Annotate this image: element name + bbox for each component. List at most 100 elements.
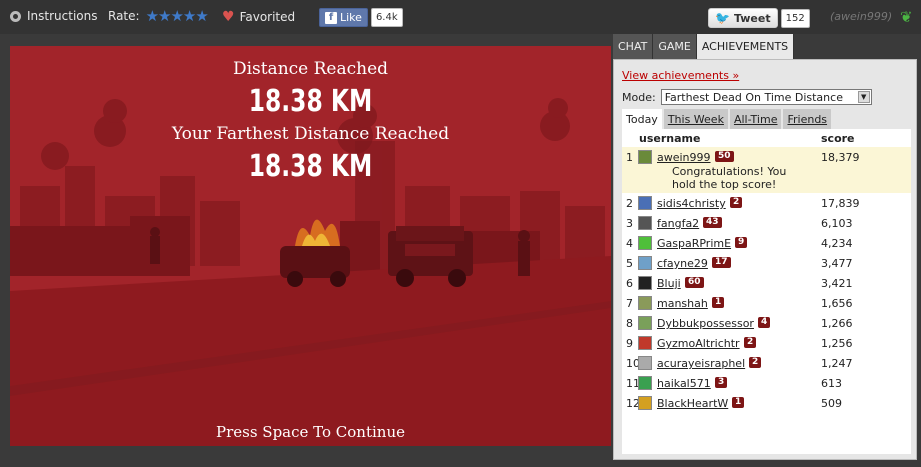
avatar[interactable] bbox=[638, 276, 652, 290]
tweet-count: 152 bbox=[780, 8, 810, 28]
score-value: 3,477 bbox=[821, 257, 853, 270]
avatar[interactable] bbox=[638, 236, 652, 250]
username-link[interactable]: sidis4christy bbox=[657, 197, 726, 210]
rank-number: 4 bbox=[626, 237, 633, 250]
score-value: 17,839 bbox=[821, 197, 860, 210]
avatar[interactable] bbox=[638, 196, 652, 210]
level-badge: 17 bbox=[712, 257, 731, 268]
avatar[interactable] bbox=[638, 216, 652, 230]
table-row: 7 manshah 1 1,656 bbox=[622, 293, 911, 313]
tab-this-week[interactable]: This Week bbox=[663, 109, 728, 129]
leaderboard-rows: 1 awein999 50 18,379 Congratulations! You hol… bbox=[622, 147, 911, 413]
tab-chat[interactable]: CHAT bbox=[613, 34, 654, 59]
view-achievements-link[interactable]: View achievements » bbox=[622, 69, 739, 82]
table-row: 4 GaspaRPrimE 9 4,234 bbox=[622, 233, 911, 253]
facebook-icon: f bbox=[325, 11, 337, 24]
instructions-link[interactable]: Instructions bbox=[10, 9, 97, 23]
tab-achievements[interactable]: ACHIEVEMENTS bbox=[696, 34, 795, 59]
username-link[interactable]: acurayeisraphel bbox=[657, 357, 745, 370]
avatar[interactable] bbox=[638, 336, 652, 350]
rank-number: 1 bbox=[626, 151, 633, 164]
level-badge: 2 bbox=[749, 357, 762, 368]
score-value: 509 bbox=[821, 397, 842, 410]
table-row: 1 awein999 50 18,379 Congratulations! You hol… bbox=[622, 147, 911, 193]
table-row: 10 acurayeisraphel 2 1,247 bbox=[622, 353, 911, 373]
username-link[interactable]: Dybbukpossessor bbox=[657, 317, 754, 330]
avatar[interactable] bbox=[638, 396, 652, 410]
score-value: 613 bbox=[821, 377, 842, 390]
table-row: 6 Bluji 60 3,421 bbox=[622, 273, 911, 293]
mode-label: Mode: bbox=[622, 90, 656, 104]
favorited-label: Favorited bbox=[239, 10, 296, 24]
leaderboard-table: username score 1 awein999 50 18,379 Congratu… bbox=[622, 129, 911, 454]
username-link[interactable]: manshah bbox=[657, 297, 708, 310]
side-panel: CHAT GAME ACHIEVEMENTS View achievements… bbox=[613, 34, 917, 460]
tab-game[interactable]: GAME bbox=[653, 34, 697, 59]
level-badge: 3 bbox=[715, 377, 728, 388]
username-link[interactable]: fangfa2 bbox=[657, 217, 699, 230]
level-badge: 60 bbox=[685, 277, 704, 288]
table-row: 9 GyzmoAltrichtr 2 1,256 bbox=[622, 333, 911, 353]
tweet-label: Tweet bbox=[733, 11, 771, 25]
level-badge: 4 bbox=[758, 317, 771, 328]
top-score-message-line1: Congratulations! You bbox=[672, 165, 787, 178]
level-badge: 43 bbox=[703, 217, 722, 228]
page-root: Instructions Rate: ★★★★★ ♥ Favorited f L… bbox=[0, 0, 921, 467]
score-value: 6,103 bbox=[821, 217, 853, 230]
username-link[interactable]: GaspaRPrimE bbox=[657, 237, 731, 250]
game-canvas[interactable]: Distance Reached 18.38 KM Your Farthest … bbox=[10, 46, 611, 446]
leaderboard-header: username score bbox=[622, 132, 911, 146]
avatar[interactable] bbox=[638, 376, 652, 390]
avatar[interactable] bbox=[638, 296, 652, 310]
rate-label: Rate: bbox=[108, 9, 140, 23]
instructions-icon bbox=[10, 10, 21, 22]
tab-today[interactable]: Today bbox=[622, 109, 662, 129]
table-row: 5 cfayne29 17 3,477 bbox=[622, 253, 911, 273]
score-value: 1,256 bbox=[821, 337, 853, 350]
table-row: 2 sidis4christy 2 17,839 bbox=[622, 193, 911, 213]
top-score-message-line2: hold the top score! bbox=[672, 178, 777, 191]
leaf-icon[interactable]: ❦ bbox=[900, 8, 914, 26]
facebook-like-button[interactable]: f Like bbox=[319, 8, 368, 27]
level-badge: 1 bbox=[732, 397, 745, 408]
avatar[interactable] bbox=[638, 316, 652, 330]
column-header-username: username bbox=[639, 132, 701, 145]
username-link[interactable]: BlackHeartW bbox=[657, 397, 728, 410]
heart-icon: ♥ bbox=[222, 9, 235, 25]
mode-select-value: Farthest Dead On Time Distance bbox=[664, 90, 843, 104]
tweet-button[interactable]: 🐦 Tweet bbox=[708, 8, 778, 28]
distance-label: Distance Reached bbox=[232, 59, 389, 79]
level-badge: 2 bbox=[744, 337, 757, 348]
continue-prompt: Press Space To Continue bbox=[215, 423, 405, 441]
avatar[interactable] bbox=[638, 150, 652, 164]
table-row: 3 fangfa2 43 6,103 bbox=[622, 213, 911, 233]
username-link[interactable]: haikal571 bbox=[657, 377, 711, 390]
user-handle[interactable]: (awein999) bbox=[830, 10, 892, 23]
facebook-like-label: Like bbox=[340, 11, 362, 24]
top-score-message: Congratulations! You hold the top score! bbox=[672, 165, 812, 191]
tweet-widget: 🐦 Tweet 152 bbox=[708, 8, 810, 28]
top-bar: Instructions Rate: ★★★★★ ♥ Favorited f L… bbox=[0, 0, 921, 34]
mode-select[interactable]: Farthest Dead On Time Distance ▼ bbox=[660, 89, 872, 105]
favorite-toggle[interactable]: ♥ Favorited bbox=[222, 9, 295, 25]
rank-number: 9 bbox=[626, 337, 633, 350]
tab-all-time[interactable]: All-Time bbox=[729, 109, 782, 129]
panel-tabs: CHAT GAME ACHIEVEMENTS bbox=[613, 34, 795, 59]
farthest-distance-value: 18.38 KM bbox=[248, 149, 373, 184]
avatar[interactable] bbox=[638, 356, 652, 370]
level-badge: 1 bbox=[712, 297, 725, 308]
username-link[interactable]: cfayne29 bbox=[657, 257, 708, 270]
rating-stars-icon[interactable]: ★★★★★ bbox=[146, 9, 209, 24]
distance-value: 18.38 KM bbox=[248, 84, 373, 119]
username-link[interactable]: Bluji bbox=[657, 277, 681, 290]
rank-number: 7 bbox=[626, 297, 633, 310]
leaderboard-period-tabs: Today This Week All-Time Friends bbox=[622, 109, 833, 129]
avatar[interactable] bbox=[638, 256, 652, 270]
username-link[interactable]: awein999 bbox=[657, 151, 711, 164]
score-value: 3,421 bbox=[821, 277, 853, 290]
username-link[interactable]: GyzmoAltrichtr bbox=[657, 337, 740, 350]
rank-number: 6 bbox=[626, 277, 633, 290]
tab-friends[interactable]: Friends bbox=[783, 109, 832, 129]
score-value: 1,266 bbox=[821, 317, 853, 330]
score-value: 4,234 bbox=[821, 237, 853, 250]
